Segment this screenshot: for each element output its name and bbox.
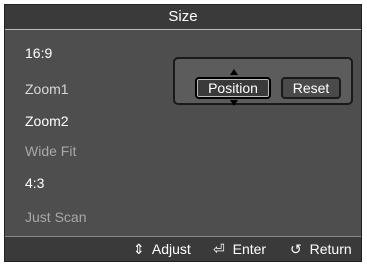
adjust-hint: ⇕ Adjust <box>133 241 191 258</box>
enter-hint: ⏎ Enter <box>213 241 266 258</box>
arrow-up-icon <box>230 69 238 75</box>
menu-title: Size <box>168 8 198 25</box>
size-menu-window: Size 16:9 Zoom1 Zoom2 Wide Fit 4:3 Just … <box>4 4 362 262</box>
position-button[interactable]: Position <box>195 77 271 99</box>
option-zoom1[interactable]: Zoom1 <box>25 81 69 97</box>
option-just-scan[interactable]: Just Scan <box>25 209 86 225</box>
return-icon: ↺ <box>290 241 302 257</box>
arrow-down-icon <box>230 100 238 106</box>
enter-icon: ⏎ <box>213 241 225 257</box>
updown-arrows-icon: ⇕ <box>133 241 145 257</box>
option-4-3[interactable]: 4:3 <box>25 175 44 191</box>
reset-button[interactable]: Reset <box>281 77 341 99</box>
option-wide-fit[interactable]: Wide Fit <box>25 143 76 159</box>
adjust-label: Adjust <box>151 241 191 257</box>
option-16-9[interactable]: 16:9 <box>25 45 52 61</box>
option-zoom2[interactable]: Zoom2 <box>25 113 69 129</box>
return-hint: ↺ Return <box>290 241 352 258</box>
return-label: Return <box>309 241 352 257</box>
title-bar: Size <box>5 5 361 30</box>
footer-hints: ⇕ Adjust ⏎ Enter ↺ Return <box>5 236 361 261</box>
enter-label: Enter <box>232 241 267 257</box>
